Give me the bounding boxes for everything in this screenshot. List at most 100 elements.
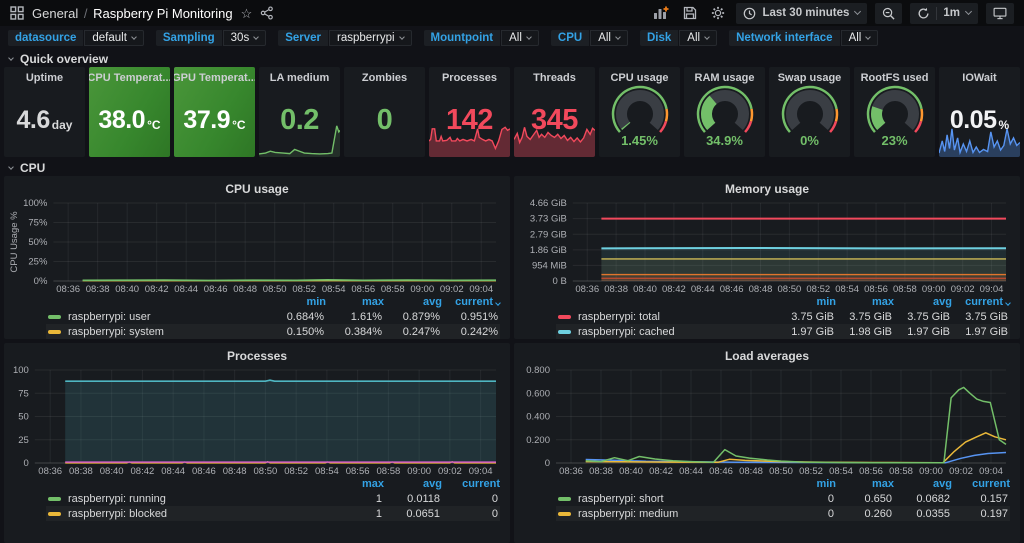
breadcrumb-folder[interactable]: General	[32, 6, 78, 21]
variable-value-dropdown[interactable]: 30s	[223, 30, 267, 46]
panel-cpu-usage-graph: CPU usage 08:3608:3808:4008:4208:4408:46…	[4, 176, 510, 339]
legend-sort-current[interactable]: current	[952, 296, 1010, 308]
panel-title[interactable]: GPU Temperat...	[174, 72, 255, 84]
panel-title[interactable]: Processes	[442, 72, 497, 84]
legend-sort-max[interactable]: max	[836, 478, 894, 490]
series-toggle[interactable]: raspberrypi: blocked	[68, 508, 324, 520]
refresh-icon[interactable]	[917, 7, 930, 20]
dashboard-title[interactable]: Raspberry Pi Monitoring	[93, 6, 232, 21]
panel-load-averages-graph: Load averages 08:3608:3808:4008:4208:440…	[514, 343, 1020, 543]
svg-text:09:02: 09:02	[438, 466, 462, 477]
panel-title[interactable]: Zombies	[362, 72, 407, 84]
series-toggle[interactable]: raspberrypi: total	[578, 311, 776, 323]
load-averages-plot[interactable]: 08:3608:3808:4008:4208:4408:4608:4808:50…	[518, 365, 1016, 477]
stat-value: 4.6	[17, 106, 50, 135]
series-toggle[interactable]: raspberrypi: system	[68, 326, 266, 338]
svg-text:08:44: 08:44	[691, 284, 715, 295]
legend-min: 0	[776, 508, 834, 520]
panel-title[interactable]: Processes	[4, 343, 510, 365]
panel-title[interactable]: CPU Temperat...	[89, 72, 170, 84]
svg-text:08:36: 08:36	[559, 466, 583, 477]
star-icon[interactable]: ☆	[241, 7, 253, 20]
variable-value-dropdown[interactable]: All	[590, 30, 628, 46]
stat-unit: °C	[232, 118, 245, 132]
dashboards-grid-icon[interactable]	[10, 6, 24, 20]
variable-value-dropdown[interactable]: All	[501, 30, 539, 46]
variable-value-dropdown[interactable]: default	[84, 30, 144, 46]
series-toggle[interactable]: raspberrypi: short	[578, 493, 776, 505]
series-toggle[interactable]: raspberrypi: medium	[578, 508, 776, 520]
panel-title[interactable]: Load averages	[514, 343, 1020, 365]
legend-sort-max[interactable]: max	[326, 296, 384, 308]
legend-min: 0.150%	[266, 326, 324, 338]
processes-plot[interactable]: 08:3608:3808:4008:4208:4408:4608:4808:50…	[8, 365, 506, 477]
legend-sort-avg[interactable]: avg	[894, 296, 952, 308]
panel-title[interactable]: Threads	[533, 72, 576, 84]
gauge-panel-cpu-usage: CPU usage 1.45%	[599, 67, 680, 157]
legend: min max avg current raspberrypi: total 3…	[514, 295, 1020, 339]
refresh-interval-label[interactable]: 1m	[943, 7, 960, 19]
gauge-value: 23%	[854, 133, 935, 148]
panel-title[interactable]: Uptime	[26, 72, 63, 84]
save-dashboard-button[interactable]	[680, 3, 700, 24]
variable-value-dropdown[interactable]: raspberrypi	[329, 30, 412, 46]
panel-title[interactable]: Memory usage	[514, 176, 1020, 198]
stat-panel-cpu-temperature: CPU Temperat... 38.0°C	[89, 67, 170, 157]
legend-sort-avg[interactable]: avg	[894, 478, 952, 490]
panel-title[interactable]: RootFS used	[861, 72, 929, 84]
legend-sort-min[interactable]: min	[778, 296, 836, 308]
legend-sort-min[interactable]: min	[778, 478, 836, 490]
series-color-swatch	[558, 497, 571, 501]
series-toggle[interactable]: raspberrypi: user	[68, 311, 266, 323]
variable-value-dropdown[interactable]: All	[679, 30, 717, 46]
stat-value: 142	[446, 104, 493, 137]
chevron-down-icon	[399, 34, 405, 40]
svg-text:08:46: 08:46	[709, 466, 733, 477]
panel-title[interactable]: CPU usage	[4, 176, 510, 198]
zoom-out-time-button[interactable]	[875, 3, 902, 24]
series-toggle[interactable]: raspberrypi: cached	[578, 326, 776, 338]
panel-title[interactable]: Swap usage	[778, 72, 842, 84]
svg-text:08:40: 08:40	[115, 284, 139, 295]
panel-title[interactable]: IOWait	[962, 72, 996, 84]
stat-value: 37.9	[183, 106, 230, 135]
time-range-picker[interactable]: Last 30 minutes	[736, 3, 867, 24]
legend-sort-avg[interactable]: avg	[384, 478, 442, 490]
svg-text:08:38: 08:38	[604, 284, 628, 295]
legend-max: 0.384%	[324, 326, 382, 338]
panel-title[interactable]: RAM usage	[695, 72, 755, 84]
legend-sort-avg[interactable]: avg	[384, 296, 442, 308]
dashboard-variables-row: datasource default Sampling 30s Server r…	[0, 26, 1024, 50]
series-color-swatch	[48, 330, 61, 334]
legend: min max avg current raspberrypi: user 0.…	[4, 295, 510, 339]
row-header-quick-overview[interactable]: Quick overview	[0, 51, 1024, 66]
svg-text:08:40: 08:40	[100, 466, 124, 477]
panel-title[interactable]: CPU usage	[610, 72, 668, 84]
legend-avg: 3.75 GiB	[892, 311, 950, 323]
legend-sort-current[interactable]: current	[952, 478, 1010, 490]
stat-value: 38.0	[98, 106, 145, 135]
cpu-usage-plot[interactable]: 08:3608:3808:4008:4208:4408:4608:4808:50…	[8, 198, 506, 295]
svg-text:09:04: 09:04	[469, 466, 493, 477]
series-toggle[interactable]: raspberrypi: running	[68, 493, 324, 505]
memory-usage-plot[interactable]: 08:3608:3808:4008:4208:4408:4608:4808:50…	[518, 198, 1016, 295]
add-panel-button[interactable]	[650, 3, 672, 24]
legend-row: raspberrypi: total 3.75 GiB 3.75 GiB 3.7…	[556, 309, 1010, 324]
legend-sort-current[interactable]: current	[442, 296, 500, 308]
legend-sort-min[interactable]: min	[268, 296, 326, 308]
variable-label: Sampling	[156, 30, 222, 46]
panel-memory-usage-graph: Memory usage 08:3608:3808:4008:4208:4408…	[514, 176, 1020, 339]
legend-sort-current[interactable]: current	[442, 478, 500, 490]
legend-max: 0.260	[834, 508, 892, 520]
row-header-cpu[interactable]: CPU	[0, 160, 1024, 175]
svg-text:08:58: 08:58	[376, 466, 400, 477]
legend-row: raspberrypi: running 1 0.0118 0	[46, 491, 500, 506]
share-icon[interactable]	[260, 6, 274, 20]
kiosk-mode-button[interactable]	[986, 3, 1014, 24]
dashboard-settings-button[interactable]	[708, 3, 728, 24]
stat-unit: °C	[147, 118, 160, 132]
legend-sort-max[interactable]: max	[326, 478, 384, 490]
variable-value-dropdown[interactable]: All	[841, 30, 879, 46]
panel-title[interactable]: LA medium	[270, 72, 330, 84]
legend-sort-max[interactable]: max	[836, 296, 894, 308]
